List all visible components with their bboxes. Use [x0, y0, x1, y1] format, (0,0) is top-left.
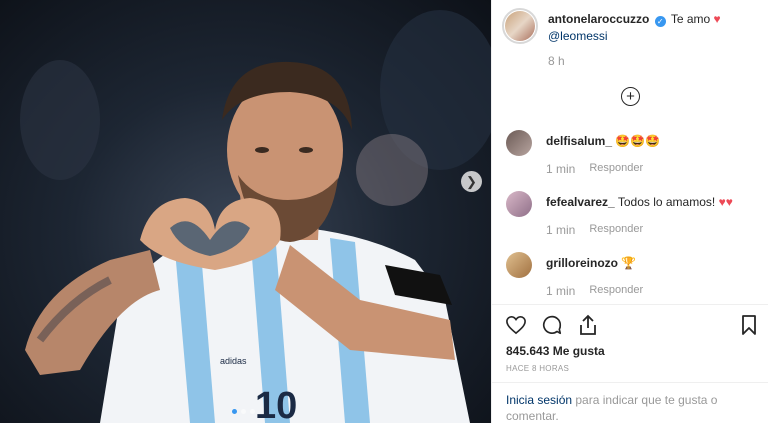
post-side-panel: antonelaroccuzzo ✓ Te amo ♥ @leomessi 8 …	[491, 0, 768, 423]
heart-emoji-icon: ♥	[713, 12, 721, 26]
divider	[492, 304, 768, 305]
post-time-ago: HACE 8 HORAS	[506, 364, 570, 373]
carousel-dots	[232, 409, 255, 414]
svg-text:adidas: adidas	[220, 356, 247, 366]
share-icon	[580, 314, 596, 335]
comment-username[interactable]: delfisalum_	[546, 134, 612, 148]
carousel-dot	[232, 409, 237, 414]
divider	[492, 382, 768, 383]
plus-icon: +	[626, 88, 635, 105]
post-header: antonelaroccuzzo ✓ Te amo ♥ @leomessi	[502, 8, 721, 45]
comment-avatar[interactable]	[506, 252, 532, 278]
next-photo-button[interactable]: ❯	[461, 171, 482, 192]
likes-count[interactable]: 845.643 Me gusta	[506, 344, 605, 358]
post-photo[interactable]: 10 adidas ❯	[0, 0, 491, 423]
like-button[interactable]	[504, 313, 528, 337]
reply-button[interactable]: Responder	[589, 223, 643, 237]
comment-emoji: 🏆	[621, 256, 637, 270]
carousel-dot	[250, 409, 255, 414]
bookmark-icon	[742, 315, 756, 335]
comment-item: grilloreinozo 🏆 1 min Responder	[506, 252, 643, 298]
comment-time: 1 min	[546, 284, 576, 298]
caption-text: Te amo	[670, 12, 711, 26]
photo-illustration: 10 adidas	[20, 10, 491, 423]
heart-icon	[506, 315, 526, 335]
action-bar	[504, 313, 600, 337]
comment-item: fefealvarez_ Todos lo amamos! ♥♥ 1 min R…	[506, 191, 733, 237]
login-prompt: Inicia sesión para indicar que te gusta …	[506, 392, 756, 423]
login-link[interactable]: Inicia sesión	[506, 393, 572, 407]
author-username[interactable]: antonelaroccuzzo	[548, 12, 649, 26]
svg-text:10: 10	[255, 385, 297, 423]
comment-time: 1 min	[546, 223, 576, 237]
comment-item: delfisalum_ 🤩🤩🤩 1 min Responder	[506, 130, 660, 176]
carousel-dot	[241, 409, 246, 414]
load-more-comments-button[interactable]: +	[621, 87, 640, 106]
verified-badge-icon: ✓	[654, 16, 666, 27]
post-caption: antonelaroccuzzo ✓ Te amo ♥ @leomessi	[548, 11, 721, 45]
post-time: 8 h	[548, 54, 565, 68]
reply-button[interactable]: Responder	[589, 162, 643, 176]
comment-avatar[interactable]	[506, 191, 532, 217]
comment-username[interactable]: grilloreinozo	[546, 256, 618, 270]
avatar	[505, 11, 535, 41]
author-avatar[interactable]	[502, 8, 538, 44]
comment-emoji: ♥♥	[718, 195, 733, 209]
mention-link[interactable]: @leomessi	[548, 29, 608, 43]
comment-time: 1 min	[546, 162, 576, 176]
comment-button[interactable]	[540, 313, 564, 337]
save-button[interactable]	[737, 313, 761, 337]
comment-text: Todos lo amamos!	[617, 195, 716, 209]
comment-emoji: 🤩🤩🤩	[615, 134, 661, 148]
comment-avatar[interactable]	[506, 130, 532, 156]
comment-username[interactable]: fefealvarez_	[546, 195, 615, 209]
comment-icon	[542, 315, 562, 335]
share-button[interactable]	[576, 313, 600, 337]
chevron-right-icon: ❯	[466, 173, 477, 189]
reply-button[interactable]: Responder	[589, 284, 643, 298]
